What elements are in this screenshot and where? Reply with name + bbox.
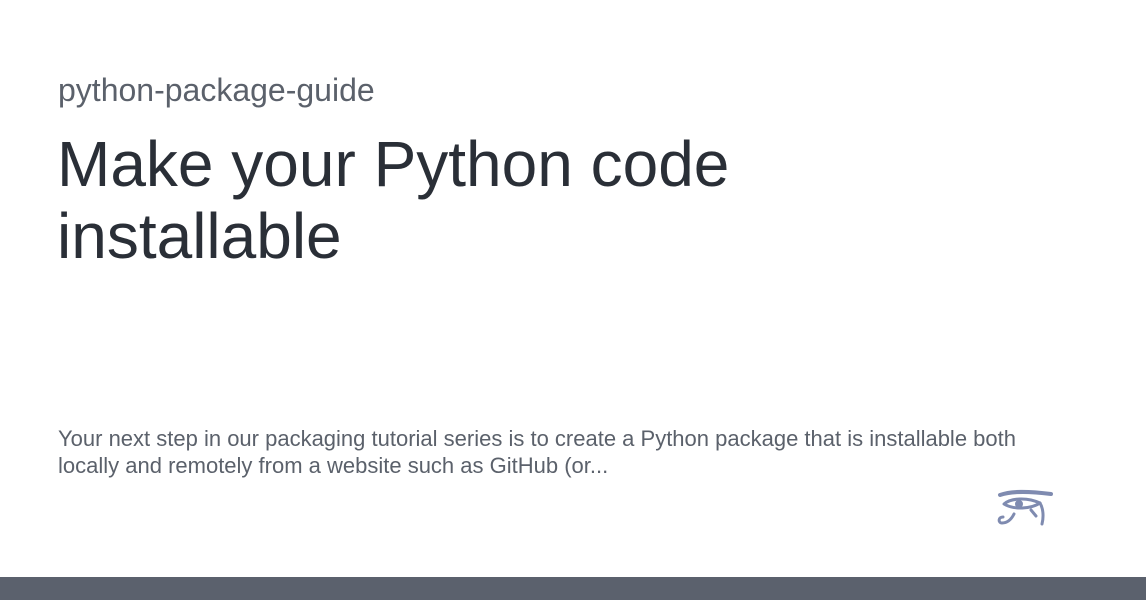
eye-of-horus-icon [996,486,1054,532]
page-description: Your next step in our packaging tutorial… [58,426,1016,478]
footer-bar [0,577,1146,600]
site-name: python-package-guide [58,72,375,108]
social-preview-card: python-package-guide Make your Python co… [0,0,1146,577]
page-title: Make your Python code installable [57,128,730,272]
